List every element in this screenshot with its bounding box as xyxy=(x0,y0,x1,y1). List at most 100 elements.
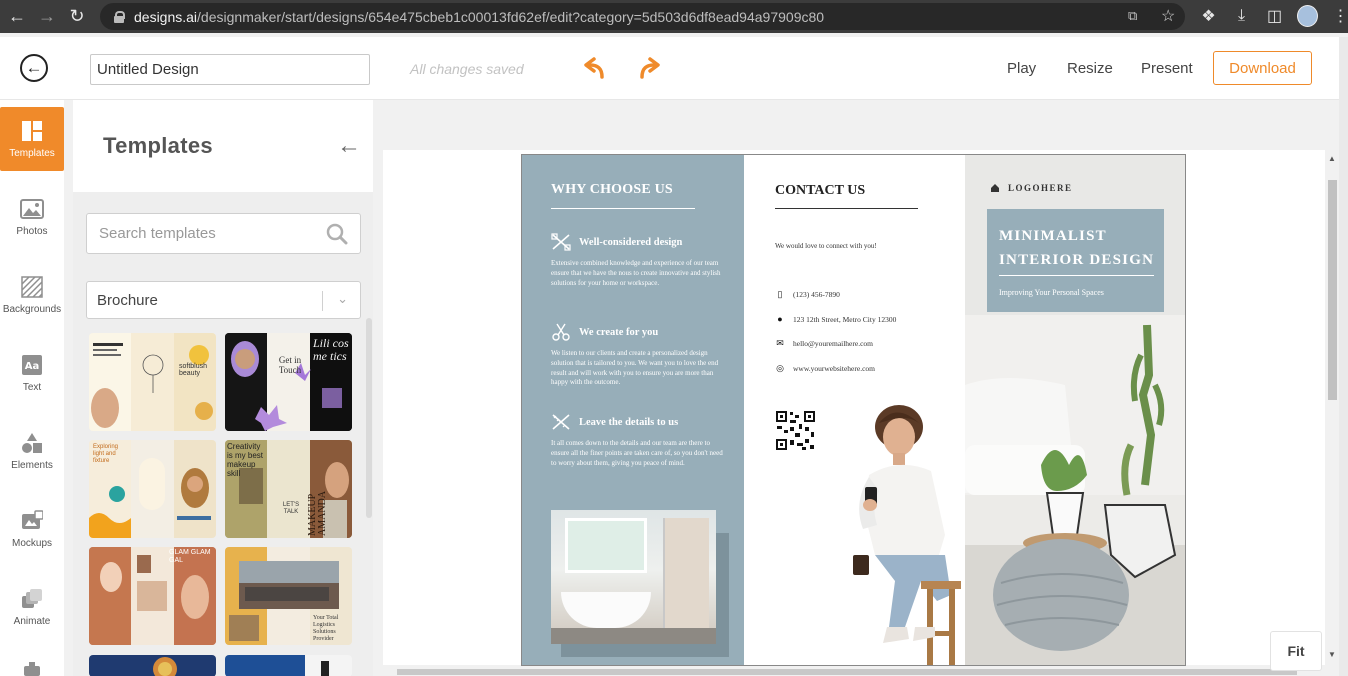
divider xyxy=(551,208,695,209)
cover-title: MINIMALIST xyxy=(999,228,1107,244)
rail-templates[interactable]: Templates xyxy=(0,107,64,171)
brand-logo: LOGOHERE xyxy=(990,183,1073,193)
undo-icon[interactable] xyxy=(582,56,608,82)
rail-more[interactable] xyxy=(0,653,64,676)
url-text: designs.ai/designmaker/start/designs/654… xyxy=(134,8,825,25)
save-status: All changes saved xyxy=(410,61,524,77)
template-thumb[interactable]: softblush beauty xyxy=(89,333,216,431)
templates-panel: Templates ← Brochure ⌄ so xyxy=(73,100,373,676)
cover-subtitle: Improving Your Personal Spaces xyxy=(999,288,1104,297)
photo-shower xyxy=(663,518,709,628)
qr-code xyxy=(775,410,816,451)
rail-photos[interactable]: Photos xyxy=(0,185,64,249)
extensions-puzzle-icon[interactable]: ❖ xyxy=(1198,6,1219,26)
scroll-up-arrow-icon[interactable]: ▲ xyxy=(1328,154,1336,163)
menu-kebab-icon[interactable]: ⋮ xyxy=(1330,6,1348,26)
collapse-panel-arrow-icon[interactable]: ← xyxy=(337,132,361,160)
scroll-thumb[interactable] xyxy=(397,669,1297,675)
text-icon: Aa xyxy=(20,354,44,376)
browser-toolbar: ← → ↻ designs.ai/designmaker/start/desig… xyxy=(0,0,1348,33)
back-arrow-icon[interactable]: ← xyxy=(2,0,32,33)
brochure-design[interactable]: WHY CHOOSE US Well-considered design Ext… xyxy=(521,154,1186,666)
template-thumb[interactable]: Your Total Logistics Solutions Provider xyxy=(225,547,352,645)
templates-icon xyxy=(20,120,44,142)
template-thumb[interactable]: Get in Touch Lili cos me tics xyxy=(225,333,352,431)
tool-rail: Templates Photos Backgrounds Aa Text Ele… xyxy=(0,100,64,676)
brochure-panel-why[interactable]: WHY CHOOSE US Well-considered design Ext… xyxy=(522,155,744,665)
design-title-input[interactable] xyxy=(90,54,370,85)
sidepanel-icon[interactable]: ◫ xyxy=(1264,6,1285,26)
animate-icon xyxy=(20,588,44,610)
logo-text: LOGOHERE xyxy=(1008,183,1073,193)
template-thumb[interactable]: GLAM GLAM GAL xyxy=(89,547,216,645)
thumb-text: softblush beauty xyxy=(179,363,208,377)
download-icon[interactable]: ⤓ xyxy=(1231,7,1252,25)
settings-icon xyxy=(20,662,44,676)
scroll-down-arrow-icon[interactable]: ▼ xyxy=(1328,650,1336,659)
woman-photo[interactable] xyxy=(819,405,965,666)
fit-button[interactable]: Fit xyxy=(1270,631,1322,671)
brochure-panel-contact[interactable]: CONTACT US We would love to connect with… xyxy=(744,155,965,666)
feature-body: Extensive combined knowledge and experie… xyxy=(551,259,721,287)
thumb-text: Exploring light and fixture xyxy=(93,444,119,464)
search-icon[interactable] xyxy=(326,223,348,245)
category-select[interactable]: Brochure ⌄ xyxy=(86,281,361,319)
cover-title-box: MINIMALIST INTERIOR DESIGN Improving You… xyxy=(987,209,1164,312)
canvas-horizontal-scrollbar[interactable] xyxy=(383,667,1325,676)
forward-arrow-icon[interactable]: → xyxy=(32,0,62,33)
address-bar[interactable]: designs.ai/designmaker/start/designs/654… xyxy=(100,3,1185,30)
globe-icon: ◎ xyxy=(776,363,784,373)
divider xyxy=(775,208,918,209)
rail-elements[interactable]: Elements xyxy=(0,419,64,483)
bookmark-star-icon[interactable]: ☆ xyxy=(1161,6,1175,26)
resize-button[interactable]: Resize xyxy=(1067,60,1113,77)
panel-header: Templates ← xyxy=(73,100,373,192)
rail-mockups[interactable]: Mockups xyxy=(0,497,64,561)
thumb-text: Creativity is my best makeup skill xyxy=(227,442,264,478)
play-button[interactable]: Play xyxy=(1007,60,1036,77)
scissors-icon xyxy=(552,323,570,341)
redo-icon[interactable] xyxy=(636,56,662,82)
rail-animate[interactable]: Animate xyxy=(0,575,64,639)
scroll-thumb[interactable] xyxy=(1328,180,1337,400)
template-thumb[interactable]: Creativity is my best makeup skill LET'S… xyxy=(225,440,352,538)
thumb-text: Get in Touch xyxy=(278,355,302,375)
reload-icon[interactable]: ↻ xyxy=(62,0,92,33)
download-button[interactable]: Download xyxy=(1213,51,1312,85)
contact-email: ✉ hello@youremailhere.com xyxy=(775,338,873,349)
template-thumb[interactable] xyxy=(225,655,352,676)
contact-address: ● 123 12th Street, Metro City 12300 xyxy=(775,314,896,324)
panel-scrollbar[interactable] xyxy=(366,318,372,518)
share-icon[interactable]: ⧉ xyxy=(1128,8,1137,24)
bathroom-photo[interactable] xyxy=(551,510,716,644)
contact-phone: ▯ (123) 456-7890 xyxy=(775,289,840,300)
search-input[interactable] xyxy=(87,214,307,253)
elements-icon xyxy=(20,432,44,454)
phone-icon: ▯ xyxy=(777,289,783,299)
present-button[interactable]: Present xyxy=(1141,60,1193,77)
rail-text[interactable]: Aa Text xyxy=(0,341,64,405)
feature-item: We create for you We listen to our clien… xyxy=(551,323,726,388)
exit-back-button[interactable]: ← xyxy=(20,54,48,82)
feature-item: Well-considered design Extensive combine… xyxy=(551,233,726,288)
panel-title: Templates xyxy=(103,133,213,158)
canvas-vertical-scrollbar[interactable]: ▲ ▼ xyxy=(1325,150,1339,670)
feature-body: We listen to our clients and create a pe… xyxy=(551,349,719,387)
brochure-panel-cover[interactable]: LOGOHERE MINIMALIST INTERIOR DESIGN Impr… xyxy=(965,155,1186,666)
why-title: WHY CHOOSE US xyxy=(551,182,673,197)
template-thumb[interactable] xyxy=(89,655,216,676)
thumb-text: LET'S TALK xyxy=(282,502,300,515)
feature-body: It all comes down to the details and our… xyxy=(551,439,723,467)
profile-avatar[interactable] xyxy=(1297,5,1318,27)
template-search xyxy=(86,213,361,254)
tools-icon xyxy=(551,233,571,251)
backgrounds-icon xyxy=(20,275,44,298)
contact-web: ◎ www.yourwebsitehere.com xyxy=(775,363,875,374)
template-thumb[interactable]: Exploring light and fixture xyxy=(89,440,216,538)
contact-value: (123) 456-7890 xyxy=(793,290,840,299)
location-pin-icon: ● xyxy=(777,314,783,324)
interior-photo[interactable] xyxy=(965,315,1186,666)
rail-backgrounds[interactable]: Backgrounds xyxy=(0,263,64,327)
feature-heading: Well-considered design xyxy=(579,236,683,248)
chevron-down-icon: ⌄ xyxy=(337,291,348,306)
